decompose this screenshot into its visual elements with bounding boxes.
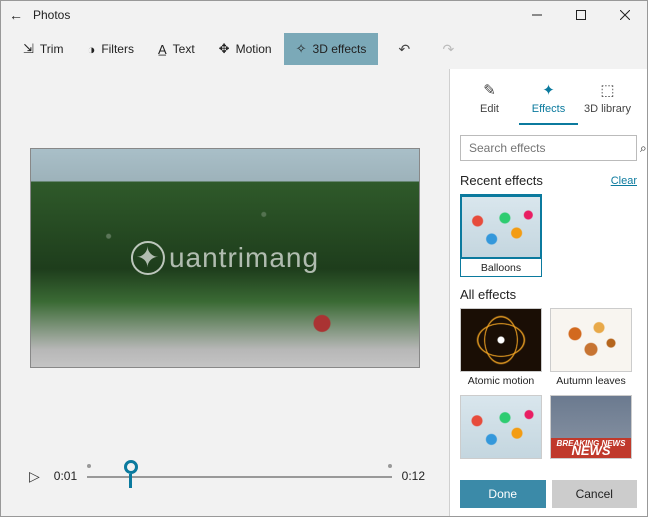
cancel-button[interactable]: Cancel [552, 480, 638, 508]
minimize-button[interactable] [515, 1, 559, 29]
atomic-thumb [460, 308, 542, 372]
motion-button[interactable]: ✥ Motion [207, 33, 284, 65]
balloons-thumb [460, 195, 542, 259]
search-box[interactable]: ⌕ [460, 135, 637, 161]
back-button[interactable]: ← [1, 7, 31, 23]
effect-balloons-all[interactable] [460, 395, 542, 459]
main-area: ✦ uantrimang ▷ 0:01 0:12 [1, 69, 449, 516]
filters-icon: ◑ [87, 42, 95, 57]
close-button[interactable] [603, 1, 647, 29]
trim-label: Trim [40, 42, 64, 56]
effect-label: Balloons [481, 262, 521, 274]
timeline-track[interactable] [87, 466, 392, 486]
window-title: Photos [31, 8, 515, 22]
3d-effects-button[interactable]: ✧ 3D effects [284, 33, 379, 65]
3d-effects-label: 3D effects [313, 42, 367, 56]
current-time: 0:01 [54, 469, 77, 483]
timeline: ▷ 0:01 0:12 [19, 446, 431, 516]
trim-button[interactable]: ⇲ Trim [11, 33, 75, 65]
maximize-button[interactable] [559, 1, 603, 29]
cube-icon: ⬚ [600, 81, 614, 99]
done-button[interactable]: Done [460, 480, 546, 508]
video-preview[interactable]: ✦ uantrimang [30, 148, 420, 368]
total-time: 0:12 [402, 469, 425, 483]
effect-label: Atomic motion [468, 375, 535, 387]
effect-breaking-news[interactable] [550, 395, 632, 459]
sparkle-icon: ✧ [296, 41, 307, 57]
filters-label: Filters [101, 42, 134, 56]
tab-3d-library[interactable]: ⬚3D library [578, 75, 637, 125]
play-button[interactable]: ▷ [25, 464, 44, 489]
undo-button[interactable]: ↶ [386, 31, 422, 67]
bulb-icon: ✦ [131, 241, 165, 275]
effect-autumn-leaves[interactable]: Autumn leaves [550, 308, 632, 387]
search-input[interactable] [461, 141, 632, 155]
effect-balloons[interactable]: Balloons [460, 194, 542, 277]
tab-edit[interactable]: ✎Edit [460, 75, 519, 125]
playhead[interactable] [124, 460, 138, 474]
trim-icon: ⇲ [23, 41, 34, 57]
motion-icon: ✥ [219, 41, 230, 57]
text-button[interactable]: A̲ Text [146, 34, 207, 65]
watermark: ✦ uantrimang [131, 241, 319, 275]
clear-link[interactable]: Clear [611, 175, 637, 187]
text-icon: A̲ [158, 42, 167, 57]
recent-effects-title: Recent effects [460, 173, 543, 188]
effects-panel: ✎Edit ✦Effects ⬚3D library ⌕ Recent effe… [449, 69, 647, 516]
search-icon[interactable]: ⌕ [632, 141, 648, 156]
effect-label: Autumn leaves [556, 375, 625, 387]
redo-button[interactable]: ↷ [430, 31, 466, 67]
tab-effects[interactable]: ✦Effects [519, 75, 578, 125]
pencil-icon: ✎ [483, 81, 496, 99]
all-effects-title: All effects [460, 287, 516, 302]
breaking-thumb [550, 395, 632, 459]
leaves-thumb [550, 308, 632, 372]
effects-icon: ✦ [542, 81, 555, 99]
text-label: Text [173, 42, 195, 56]
balloons-thumb [460, 395, 542, 459]
title-bar: ← Photos [1, 1, 647, 29]
filters-button[interactable]: ◑ Filters [75, 34, 146, 65]
motion-label: Motion [236, 42, 272, 56]
toolbar: ⇲ Trim ◑ Filters A̲ Text ✥ Motion ✧ 3D effect… [1, 29, 647, 69]
effect-atomic-motion[interactable]: Atomic motion [460, 308, 542, 387]
